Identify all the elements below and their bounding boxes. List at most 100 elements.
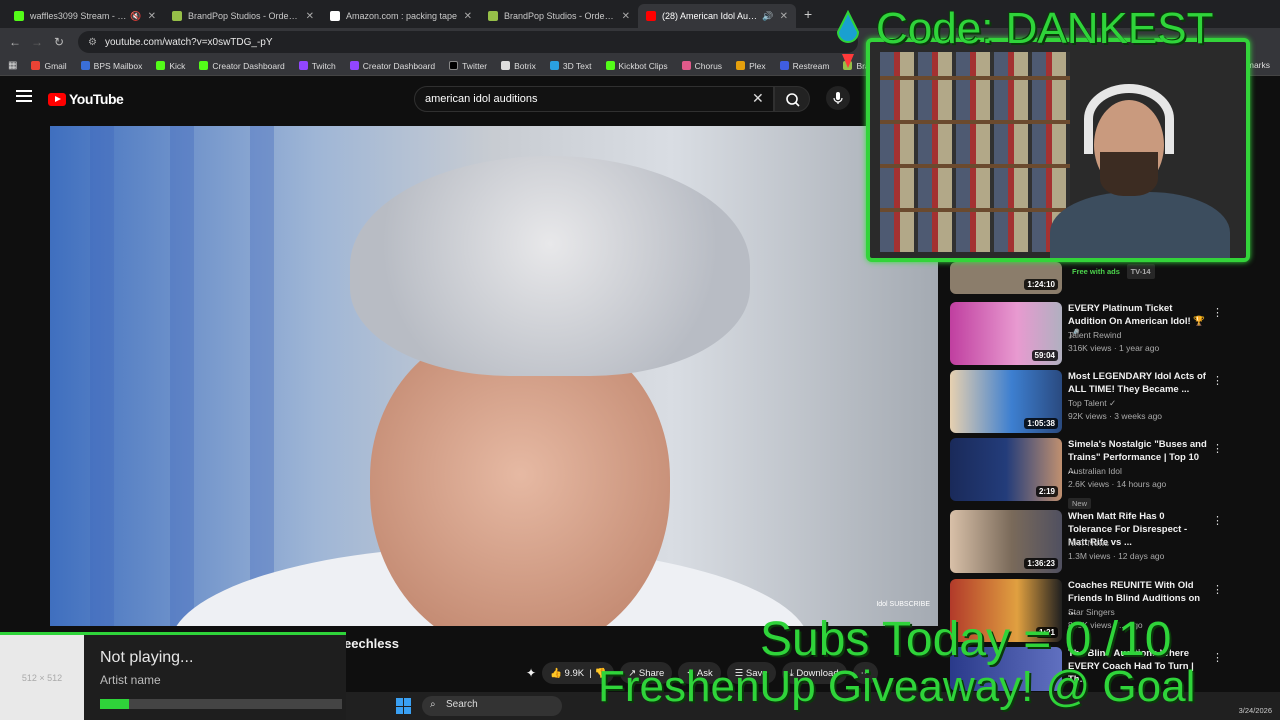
restream-icon — [779, 61, 789, 70]
microphone-icon — [833, 92, 843, 104]
search-button[interactable] — [774, 86, 810, 112]
search-input[interactable]: american idol auditions — [414, 86, 774, 112]
bookmark-bps-mailbox[interactable]: BPS Mailbox — [80, 61, 142, 71]
tab-title: waffles3099 Stream - Watch — [30, 11, 126, 21]
video-player[interactable]: Idol SUBSCRIBE — [50, 126, 938, 626]
duration-badge: 1:24:10 — [1024, 279, 1058, 290]
duration-badge: 1:05:38 — [1024, 418, 1058, 429]
browser-tab-active[interactable]: (28) American Idol Audition 🔊 ✕ — [638, 4, 796, 28]
plex-icon — [736, 61, 746, 70]
rating-badge: TV-14 — [1126, 264, 1155, 279]
bookmark-restream[interactable]: Restream — [779, 61, 829, 71]
recommendation-item[interactable]: 1:05:38 Most LEGENDARY Idol Acts of ALL … — [950, 370, 1223, 436]
bookmark-botrix[interactable]: Botrix — [501, 61, 536, 71]
system-tray-date: 3/24/2026 — [1238, 706, 1272, 715]
bookmark-twitch[interactable]: Twitch — [298, 61, 336, 71]
subs-goal-text: Subs Today = 0 /10 — [760, 613, 1172, 666]
address-bar[interactable]: ⚙ youtube.com/watch?v=x0swTDG_-pY — [78, 31, 858, 53]
more-options-icon[interactable]: ⋮ — [1212, 651, 1223, 664]
youtube-logo[interactable]: YouTube — [48, 91, 124, 107]
site-info-icon[interactable]: ⚙ — [88, 37, 97, 48]
more-options-icon[interactable]: ⋮ — [1212, 514, 1223, 527]
headset-icon — [1084, 84, 1174, 154]
tab-title: Amazon.com : packing tape — [346, 11, 458, 21]
close-tab-icon[interactable]: ✕ — [464, 11, 472, 22]
streamer-body — [1050, 192, 1230, 258]
bookmark-creator-dashboard-2[interactable]: Creator Dashboard — [349, 61, 435, 71]
bookmark-kick[interactable]: Kick — [156, 61, 185, 71]
bookmark-chorus[interactable]: Chorus — [681, 61, 722, 71]
video-thumbnail[interactable]: 59:04 — [950, 302, 1062, 365]
recommendation-item[interactable]: 1:36:23 When Matt Rife Has 0 Tolerance F… — [950, 510, 1223, 576]
muted-icon[interactable]: 🔇 — [130, 11, 141, 22]
webcam-overlay — [866, 38, 1250, 262]
more-options-icon[interactable]: ⋮ — [1212, 306, 1223, 319]
shopify-favicon-icon — [172, 11, 182, 21]
duration-badge: 1:36:23 — [1024, 558, 1058, 569]
new-tab-icon[interactable]: + — [804, 6, 812, 22]
bookmark-twitter[interactable]: Twitter — [449, 61, 487, 71]
video-thumbnail[interactable]: 2:19 — [950, 438, 1062, 501]
close-tab-icon[interactable]: ✕ — [306, 11, 314, 22]
close-tab-icon[interactable]: ✕ — [622, 11, 630, 22]
track-progress-bar — [100, 699, 342, 709]
voice-search-button[interactable] — [826, 86, 850, 110]
bookmark-creator-dashboard[interactable]: Creator Dashboard — [199, 61, 285, 71]
3d-text-icon — [549, 61, 559, 70]
browser-tab[interactable]: BrandPop Studios - Orders - #1 ✕ — [480, 4, 638, 28]
shopify-favicon-icon — [488, 11, 498, 21]
channel-name[interactable]: Top Talent ✓ — [1068, 398, 1116, 409]
menu-icon[interactable] — [16, 90, 32, 102]
windows-start-icon[interactable] — [396, 698, 412, 714]
video-subject-hair — [350, 156, 750, 376]
bookmark-plex[interactable]: Plex — [736, 61, 766, 71]
duration-badge: 2:19 — [1035, 486, 1058, 497]
reload-icon[interactable]: ↻ — [48, 35, 70, 49]
forward-icon[interactable]: → — [26, 35, 48, 49]
all-bookmarks[interactable]: marks — [1247, 60, 1270, 70]
more-options-icon[interactable]: ⋮ — [1212, 374, 1223, 387]
video-thumbnail[interactable]: 1:05:38 — [950, 370, 1062, 433]
gmail-icon — [31, 61, 41, 70]
more-options-icon[interactable]: ⋮ — [1212, 583, 1223, 596]
bookmark-3d-text[interactable]: 3D Text — [549, 61, 592, 71]
close-tab-icon[interactable]: ✕ — [148, 11, 156, 22]
new-badge: New — [1068, 498, 1092, 509]
taskbar-search[interactable]: ⌕ Search — [422, 696, 562, 716]
browser-tab[interactable]: BrandPop Studios - Orders - #1 ✕ — [164, 4, 322, 28]
botrix-icon — [501, 61, 511, 70]
twitch-icon — [298, 61, 308, 70]
tab-title: BrandPop Studios - Orders - #1 — [188, 11, 300, 21]
x-icon — [449, 61, 459, 70]
video-thumbnail[interactable]: 1:36:23 — [950, 510, 1062, 573]
more-options-icon[interactable]: ⋮ — [1212, 442, 1223, 455]
recommendation-title[interactable]: Most LEGENDARY Idol Acts of ALL TIME! Th… — [1068, 370, 1208, 396]
channel-name[interactable]: Talent Rewind — [1068, 330, 1121, 340]
channel-watermark[interactable]: Idol SUBSCRIBE — [876, 601, 930, 608]
duration-badge: 59:04 — [1031, 350, 1058, 361]
recommendation-item[interactable]: 2:19 Simela's Nostalgic "Buses and Train… — [950, 438, 1223, 509]
youtube-play-icon — [48, 92, 66, 106]
bookmark-kickbot-clips[interactable]: Kickbot Clips — [605, 61, 668, 71]
browser-tab[interactable]: Amazon.com : packing tape ✕ — [322, 4, 480, 28]
video-meta: 316K views · 1 year ago — [1068, 343, 1160, 353]
tab-title: (28) American Idol Audition — [662, 11, 758, 21]
promo-code-text: Code: DANKEST — [876, 4, 1214, 53]
apps-icon[interactable]: ▦ — [8, 60, 17, 71]
back-icon[interactable]: ← — [4, 35, 26, 49]
bookmark-gmail[interactable]: Gmail — [31, 61, 67, 71]
clear-search-icon[interactable]: ✕ — [752, 90, 764, 107]
close-tab-icon[interactable]: ✕ — [780, 11, 788, 22]
video-thumbnail[interactable]: 1:24:10 — [950, 262, 1062, 294]
channel-name[interactable]: NHT News — [1068, 538, 1109, 548]
track-artist: Artist name — [100, 673, 161, 687]
recommendation-item[interactable]: 1:24:10 Free with ads TV-14 — [950, 262, 1220, 296]
audio-playing-icon[interactable]: 🔊 — [762, 11, 773, 22]
tab-title: BrandPop Studios - Orders - #1 — [504, 11, 616, 21]
kickbot-icon — [605, 61, 615, 70]
kick-icon — [199, 61, 209, 70]
sparkle-icon[interactable]: ✦ — [526, 666, 536, 680]
channel-name[interactable]: Australian Idol — [1068, 466, 1122, 476]
recommendation-item[interactable]: 59:04 EVERY Platinum Ticket Audition On … — [950, 302, 1223, 368]
browser-tab[interactable]: waffles3099 Stream - Watch 🔇 ✕ — [6, 4, 164, 28]
